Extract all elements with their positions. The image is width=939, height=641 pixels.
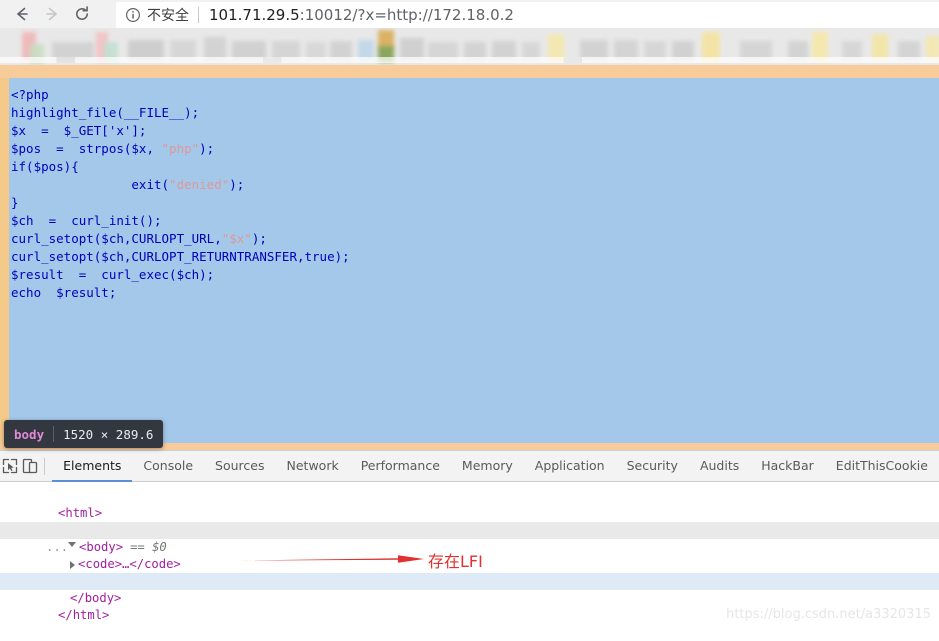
device-toolbar-button[interactable]: [20, 452, 40, 480]
code-line: exit("denied");: [11, 176, 350, 194]
navigation-buttons: [0, 1, 96, 27]
url-host: 101.71.29.5: [209, 6, 300, 24]
code-token: "php": [162, 141, 200, 156]
tab-performance[interactable]: Performance: [350, 451, 451, 482]
code-line: curl_setopt($ch,CURLOPT_RETURNTRANSFER,t…: [11, 248, 350, 266]
element-dimension-tooltip: body 1520 × 289.6: [4, 420, 163, 448]
forward-arrow-icon: [42, 4, 62, 24]
dom-row-html-close[interactable]: </html>: [0, 590, 939, 607]
tab-audits[interactable]: Audits: [689, 451, 750, 482]
code-line: $x = $_GET['x'];: [11, 122, 350, 140]
code-token: curl_setopt($ch,CURLOPT_URL,: [11, 231, 222, 246]
dom-row-body-close[interactable]: </body>: [0, 573, 939, 590]
toolbar-divider: [44, 458, 45, 475]
code-token: $x = $_GET['x'];: [11, 123, 146, 138]
info-circle-icon: [125, 7, 141, 23]
code-token: echo $result;: [11, 285, 116, 300]
forward-button[interactable]: [38, 1, 66, 27]
back-button[interactable]: [8, 1, 36, 27]
devtools-panel: ElementsConsoleSourcesNetworkPerformance…: [0, 450, 939, 628]
code-token: exit(: [11, 177, 169, 192]
code-token: $result = curl_exec($ch);: [11, 267, 214, 282]
bookmark-bar-underline: [0, 57, 939, 63]
tooltip-divider: [53, 426, 54, 442]
devtools-toolbar: ElementsConsoleSourcesNetworkPerformance…: [0, 451, 939, 482]
code-token: );: [199, 141, 214, 156]
tooltip-tag-name: body: [14, 427, 44, 442]
tab-memory[interactable]: Memory: [451, 451, 524, 482]
code-token: }: [11, 195, 19, 210]
tab-application[interactable]: Application: [524, 451, 616, 482]
code-line: <?php: [11, 86, 350, 104]
bookmarks-bar-blurred: [0, 28, 939, 65]
dom-row-body-open[interactable]: ...<body>== $0: [0, 522, 939, 539]
page-viewport: <?php highlight_file(__FILE__); $x = $_GET…: [0, 65, 939, 450]
tab-network[interactable]: Network: [276, 451, 350, 482]
tab-editthiscookie[interactable]: EditThisCookie: [825, 451, 939, 482]
code-token: <?php: [11, 87, 49, 102]
reload-icon: [72, 4, 92, 24]
code-line: if($pos){: [11, 158, 350, 176]
margin-highlight-top: [0, 65, 939, 78]
device-toolbar-icon: [21, 457, 39, 475]
code-token: "$x": [222, 231, 252, 246]
dom-row-html-open[interactable]: <html>: [0, 488, 939, 505]
code-line: $result = curl_exec($ch);: [11, 266, 350, 284]
tooltip-dimensions: 1520 × 289.6: [63, 427, 153, 442]
code-token: $pos = strpos($x,: [11, 141, 162, 156]
tab-console[interactable]: Console: [132, 451, 204, 482]
url-path: :10012/?x=http://172.18.0.2: [300, 6, 514, 24]
code-token: curl_setopt($ch,CURLOPT_RETURNTRANSFER,t…: [11, 249, 350, 264]
code-token: );: [229, 177, 244, 192]
code-line: }: [11, 194, 350, 212]
tab-hackbar[interactable]: HackBar: [750, 451, 825, 482]
dom-tree: <html> <head></head> ...<body>== $0 <cod…: [0, 482, 939, 607]
code-token: );: [252, 231, 267, 246]
url-display[interactable]: 101.71.29.5:10012/?x=http://172.18.0.2: [209, 6, 514, 24]
inspect-element-button[interactable]: [0, 452, 20, 480]
devtools-tab-strip: ElementsConsoleSourcesNetworkPerformance…: [52, 451, 939, 482]
code-token: if($pos){: [11, 159, 79, 174]
code-line: highlight_file(__FILE__);: [11, 104, 350, 122]
back-arrow-icon: [12, 4, 32, 24]
address-bar[interactable]: 不安全 101.71.29.5:10012/?x=http://172.18.0…: [116, 2, 939, 28]
highlighted-body-element: <?php highlight_file(__FILE__); $x = $_GET…: [9, 78, 939, 443]
omnibox-divider: [198, 7, 199, 23]
code-line: $ch = curl_init();: [11, 212, 350, 230]
dom-row-head[interactable]: <head></head>: [0, 505, 939, 522]
reload-button[interactable]: [68, 1, 96, 27]
annotation-label: 存在LFI: [428, 548, 483, 572]
dom-tag-html-close: </html>: [58, 608, 109, 622]
code-line: curl_setopt($ch,CURLOPT_URL,"$x");: [11, 230, 350, 248]
code-token: "denied": [169, 177, 229, 192]
watermark: https://blog.csdn.net/a3320315: [726, 607, 931, 622]
browser-toolbar: 不安全 101.71.29.5:10012/?x=http://172.18.0…: [0, 0, 939, 28]
code-token: highlight_file(__FILE__);: [11, 105, 199, 120]
code-line: echo $result;: [11, 284, 350, 302]
security-indicator[interactable]: 不安全: [125, 5, 189, 25]
tab-security[interactable]: Security: [616, 451, 689, 482]
inspect-element-icon: [1, 457, 19, 475]
code-token: $ch = curl_init();: [11, 213, 162, 228]
tab-elements[interactable]: Elements: [52, 451, 132, 482]
security-label: 不安全: [147, 5, 189, 25]
code-line: $pos = strpos($x, "php");: [11, 140, 350, 158]
php-source-code: <?php highlight_file(__FILE__); $x = $_GET…: [9, 78, 350, 302]
tab-sources[interactable]: Sources: [204, 451, 275, 482]
